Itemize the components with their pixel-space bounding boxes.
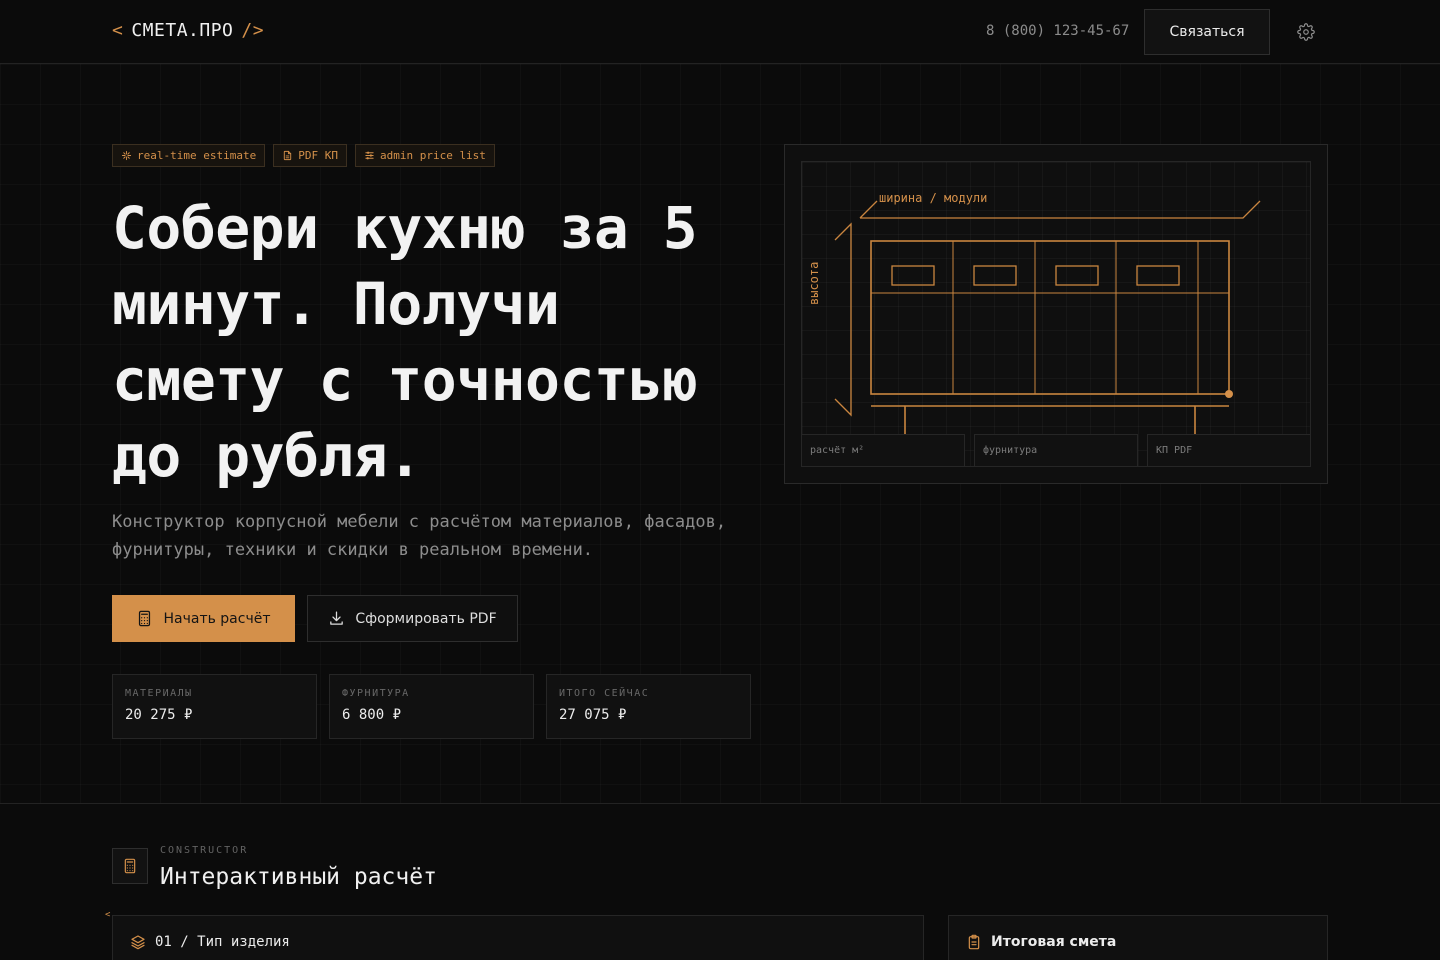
logo-bracket-close: /> (241, 20, 265, 41)
summary-estimate-header: Итоговая смета (966, 934, 1116, 950)
blueprint-cell: КП PDF (1147, 434, 1311, 467)
blueprint-cell: фурнитура (974, 434, 1138, 467)
stat-label: ФУРНИТУРА (342, 688, 410, 699)
summary-estimate-card: Итоговая смета (948, 915, 1328, 960)
carousel-prev-icon[interactable]: < (105, 910, 110, 920)
drawer-handle (973, 265, 1017, 286)
sparkle-icon (121, 150, 132, 161)
badge-label: admin price list (379, 149, 486, 162)
estimate-stats: МАТЕРИАЛЫ 20 275 ₽ ФУРНИТУРА 6 800 ₽ ИТО… (112, 674, 751, 739)
product-type-title: 01 / Тип изделия (155, 934, 290, 950)
badge-label: PDF КП (298, 149, 338, 162)
badge-pdf: PDF КП (273, 144, 347, 167)
generate-pdf-label: Сформировать PDF (355, 610, 497, 627)
badge-realtime: real-time estimate (112, 144, 266, 167)
summary-estimate-title: Итоговая смета (991, 934, 1117, 950)
top-header: < СМЕТА.ПРО /> 8 (800) 123-45-67 Связать… (0, 0, 1440, 64)
stat-label: ИТОГО СЕЙЧАС (559, 688, 650, 699)
stat-total: ИТОГО СЕЙЧАС 27 075 ₽ (546, 674, 751, 739)
height-label: высота (807, 261, 821, 305)
start-calculation-label: Начать расчёт (163, 610, 271, 627)
badge-label: real-time estimate (137, 149, 257, 162)
logo[interactable]: < СМЕТА.ПРО /> (112, 20, 264, 41)
drawer-handle (891, 265, 935, 286)
section-icon-box (112, 848, 148, 884)
stat-hardware: ФУРНИТУРА 6 800 ₽ (329, 674, 534, 739)
download-icon (330, 611, 344, 625)
start-calculation-button[interactable]: Начать расчёт (112, 595, 295, 642)
stat-value: 6 800 ₽ (342, 707, 402, 723)
blueprint-cells: расчёт м² фурнитура КП PDF (801, 434, 1311, 467)
sliders-icon (365, 151, 374, 160)
product-type-card: 01 / Тип изделия (112, 915, 924, 960)
stat-value: 27 075 ₽ (559, 707, 627, 723)
phone-link[interactable]: 8 (800) 123-45-67 (986, 23, 1129, 39)
width-label: ширина / модули (879, 191, 988, 205)
drawer-handle (1055, 265, 1099, 286)
cabinet-dividers (952, 241, 1199, 394)
stat-value: 20 275 ₽ (125, 707, 193, 723)
section-divider (0, 803, 1440, 804)
gear-icon[interactable] (1297, 23, 1315, 41)
corner-marker (1225, 390, 1233, 398)
clipboard-icon (968, 934, 980, 950)
document-icon (284, 150, 292, 161)
calculator-icon (139, 610, 151, 627)
calculator-icon (124, 858, 136, 874)
hero-title: Собери кухню за 5 минут. Получи смету с … (112, 194, 698, 490)
cabinet-legs (904, 406, 1196, 435)
section-title: Интерактивный расчёт (160, 864, 437, 890)
product-type-header: 01 / Тип изделия (130, 934, 290, 950)
contact-button[interactable]: Связаться (1144, 9, 1270, 55)
hero-subtitle: Конструктор корпусной мебели с расчётом … (112, 512, 727, 560)
stat-label: МАТЕРИАЛЫ (125, 688, 193, 699)
generate-pdf-button[interactable]: Сформировать PDF (307, 595, 518, 642)
blueprint-cell: расчёт м² (801, 434, 965, 467)
stat-materials: МАТЕРИАЛЫ 20 275 ₽ (112, 674, 317, 739)
logo-name: СМЕТА.ПРО (131, 20, 234, 41)
section-eyebrow: CONSTRUCTOR (160, 845, 249, 856)
feature-badges: real-time estimate PDF КП admin price li… (112, 144, 495, 167)
cabinet-outline (870, 240, 1230, 395)
logo-bracket-open: < (112, 20, 124, 41)
kitchen-blueprint-panel: ширина / модули высота расчёт м² фурниту… (784, 144, 1328, 484)
height-dimension-line (834, 222, 852, 417)
layers-icon (131, 935, 145, 950)
badge-price-list: admin price list (354, 144, 495, 167)
drawer-handle (1136, 265, 1180, 286)
